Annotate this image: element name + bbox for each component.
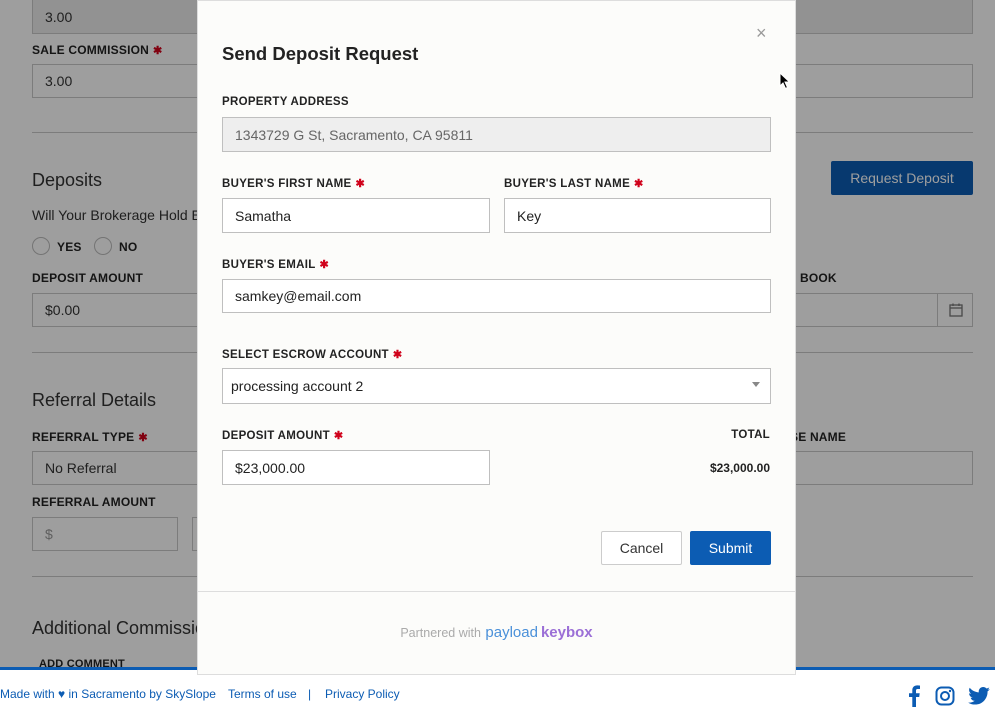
cancel-button[interactable]: Cancel <box>601 531 682 565</box>
property-address-input: 1343729 G St, Sacramento, CA 95811 <box>222 117 771 152</box>
last-name-input[interactable]: Key <box>504 198 771 233</box>
keybox-logo: keybox <box>540 624 593 641</box>
modal-title: Send Deposit Request <box>222 43 419 64</box>
made-with-text: Made with ♥ in Sacramento by SkySlope <box>0 687 216 701</box>
escrow-label: SELECT ESCROW ACCOUNT ✱ <box>222 349 403 361</box>
facebook-icon[interactable] <box>907 685 923 707</box>
send-deposit-modal: Send Deposit Request × PROPERTY ADDRESS … <box>197 0 796 675</box>
chevron-down-icon <box>752 382 760 387</box>
property-address-label: PROPERTY ADDRESS <box>222 96 349 108</box>
escrow-select[interactable]: processing account 2 <box>222 368 771 404</box>
deposit-amount-input[interactable]: $23,000.00 <box>222 450 490 485</box>
total-value: $23,000.00 <box>709 461 770 475</box>
deposit-amount-label: DEPOSIT AMOUNT ✱ <box>222 430 344 442</box>
instagram-icon[interactable] <box>935 686 955 706</box>
modal-footer-divider <box>198 591 795 592</box>
last-name-label: BUYER'S LAST NAME ✱ <box>504 178 644 190</box>
privacy-link[interactable]: Privacy Policy <box>325 687 400 701</box>
first-name-input[interactable]: Samatha <box>222 198 490 233</box>
terms-link[interactable]: Terms of use <box>228 687 297 701</box>
submit-button[interactable]: Submit <box>690 531 771 565</box>
mouse-cursor-icon <box>779 71 791 90</box>
payload-logo: payload <box>485 624 538 641</box>
email-input[interactable]: samkey@email.com <box>222 279 771 313</box>
twitter-icon[interactable] <box>968 687 990 705</box>
email-label: BUYER'S EMAIL ✱ <box>222 259 330 271</box>
total-label: TOTAL <box>731 429 770 441</box>
heart-icon: ♥ <box>58 687 66 701</box>
first-name-label: BUYER'S FIRST NAME ✱ <box>222 178 366 190</box>
footer-separator: | <box>308 687 312 701</box>
partnered-text: Partnered with payload keybox <box>400 624 593 641</box>
close-icon[interactable]: × <box>756 23 767 44</box>
